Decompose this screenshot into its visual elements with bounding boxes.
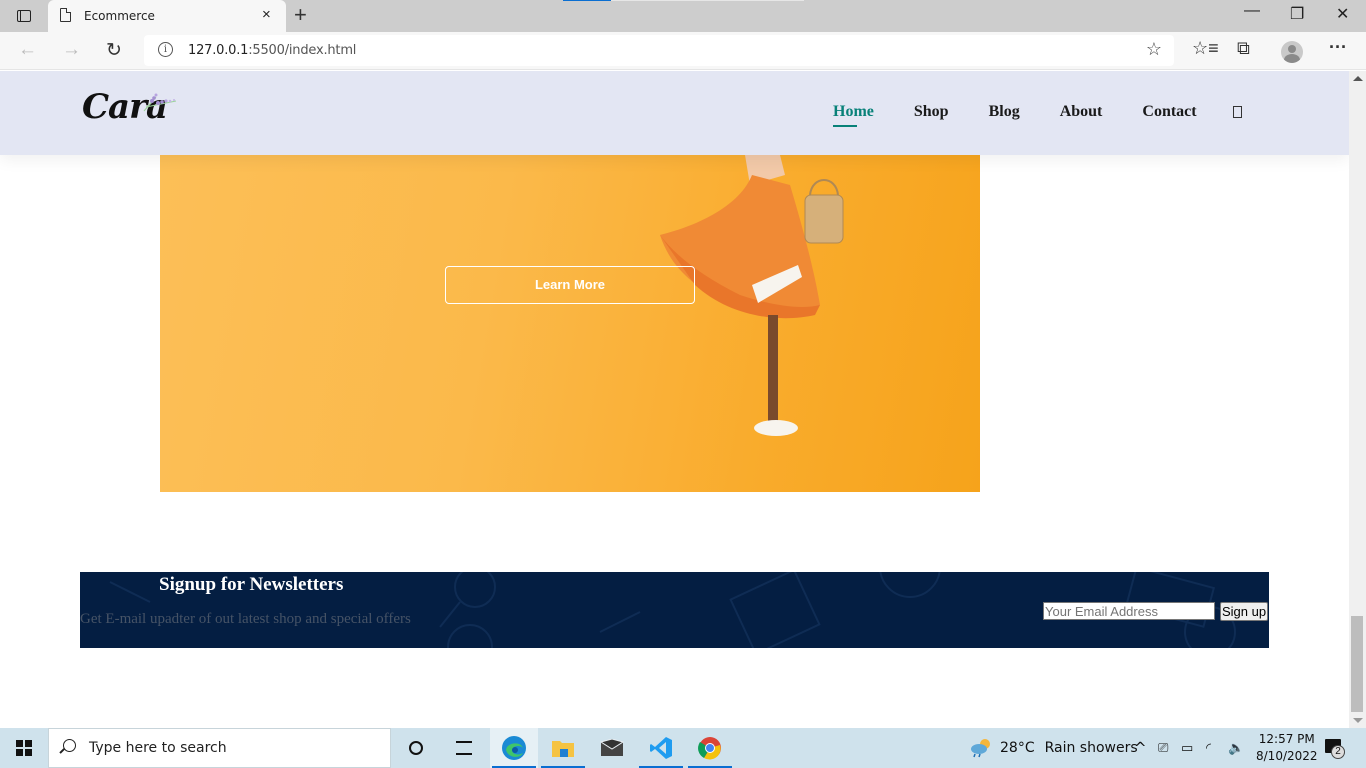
site-header: Cara Home Shop Blog About Contact [0, 71, 1349, 155]
search-icon [63, 739, 76, 752]
tab-actions-button[interactable] [10, 6, 38, 26]
scroll-up-arrow-icon[interactable] [1353, 76, 1363, 81]
cortana-button[interactable] [392, 728, 440, 768]
newsletter-title: Signup for Newsletters [159, 574, 344, 595]
address-bar[interactable]: i 127.0.0.1:5500/index.html ☆ [144, 35, 1174, 66]
address-toolbar: ← → ↻ i 127.0.0.1:5500/index.html ☆ ☆≡ ⧉… [0, 32, 1366, 70]
tab-title: Ecommerce [84, 9, 155, 23]
restore-button[interactable]: ❐ [1290, 4, 1304, 24]
taskbar-mail[interactable] [588, 728, 636, 768]
minimize-button[interactable]: — [1244, 2, 1260, 20]
taskbar-file-explorer[interactable] [539, 728, 587, 768]
reload-button[interactable]: ↻ [106, 39, 122, 62]
url-path: :5500/index.html [248, 43, 357, 58]
url-text[interactable]: 127.0.0.1:5500/index.html [188, 43, 356, 58]
cortana-icon [409, 741, 423, 755]
windows-start-icon[interactable] [16, 740, 32, 756]
learn-more-button[interactable]: Learn More [445, 266, 695, 304]
forward-button[interactable]: → [62, 39, 81, 61]
task-view-icon [456, 741, 472, 755]
volume-icon[interactable]: 🔈 [1228, 728, 1244, 768]
url-host: 127.0.0.1 [188, 43, 249, 58]
loading-indicator [563, 0, 611, 1]
browser-window: Ecommerce × + — ❐ ✕ ← → ↻ i 127.0.0.1:55… [0, 0, 1366, 728]
newsletter-signup-button[interactable]: Sign up [1220, 602, 1268, 621]
scroll-down-arrow-icon[interactable] [1353, 718, 1363, 723]
nav-shop[interactable]: Shop [914, 103, 949, 121]
nav-contact[interactable]: Contact [1142, 103, 1196, 121]
tab-strip: Ecommerce × + — ❐ ✕ [0, 0, 1366, 32]
browser-tab[interactable]: Ecommerce × [48, 0, 286, 32]
notification-count-badge: 2 [1331, 745, 1345, 759]
chrome-icon [698, 737, 721, 760]
weather-rain-icon [971, 739, 990, 758]
folder-icon [552, 741, 574, 757]
mail-icon [600, 739, 624, 756]
notification-center-icon[interactable]: 2 [1325, 739, 1345, 759]
favorites-icon[interactable]: ☆≡ [1192, 38, 1219, 59]
nav-about[interactable]: About [1060, 103, 1103, 121]
newsletter-section: Signup for Newsletters Get E-mail upadte… [80, 572, 1269, 648]
lavender-icon [143, 93, 177, 112]
system-clock[interactable]: 12:57 PM 8/10/2022 [1256, 731, 1318, 765]
windows-taskbar: Type here to search 28°C Rain showers ^ … [0, 728, 1366, 768]
close-window-button[interactable]: ✕ [1336, 4, 1349, 24]
logo[interactable]: Cara [82, 87, 182, 137]
taskbar-search-placeholder: Type here to search [89, 740, 227, 756]
newsletter-email-input[interactable] [1043, 602, 1215, 620]
profile-avatar[interactable] [1281, 41, 1303, 63]
clock-time: 12:57 PM [1258, 732, 1315, 746]
tab-close-icon[interactable]: × [262, 6, 271, 23]
battery-icon[interactable]: ▭ [1181, 728, 1193, 768]
weather-temp: 28°C [1000, 740, 1035, 756]
collections-icon[interactable]: ⧉ [1237, 38, 1250, 59]
nav-blog[interactable]: Blog [989, 103, 1020, 121]
edge-icon [502, 736, 526, 760]
page-scrollbar[interactable] [1349, 71, 1366, 728]
new-tab-button[interactable]: + [294, 2, 307, 28]
wifi-icon[interactable]: ◜ [1206, 728, 1211, 768]
site-info-icon[interactable]: i [158, 42, 173, 57]
promo-banner: Learn More [160, 155, 980, 492]
loading-track [611, 0, 804, 1]
taskbar-edge[interactable] [490, 728, 538, 768]
tab-actions-icon [17, 10, 31, 22]
task-view-button[interactable] [440, 728, 488, 768]
page-icon [60, 8, 71, 22]
clock-date: 8/10/2022 [1256, 749, 1318, 763]
taskbar-search-box[interactable]: Type here to search [48, 728, 391, 768]
back-button[interactable]: ← [18, 39, 37, 61]
nav-home[interactable]: Home [833, 103, 874, 127]
shopping-bag-icon[interactable] [1232, 106, 1242, 118]
main-nav: Home Shop Blog About Contact [833, 103, 1242, 127]
meet-now-icon[interactable]: ⎚ [1158, 728, 1168, 768]
taskbar-vscode[interactable] [637, 728, 685, 768]
tray-overflow-chevron-icon[interactable]: ^ [1134, 728, 1147, 768]
add-favorite-icon[interactable]: ☆ [1146, 39, 1162, 60]
scrollbar-thumb[interactable] [1351, 616, 1363, 712]
weather-widget[interactable]: 28°C Rain showers [970, 728, 1138, 768]
taskbar-chrome[interactable] [686, 728, 734, 768]
page-viewport: Cara Home Shop Blog About Contact Learn … [0, 71, 1349, 728]
more-menu-icon[interactable]: ··· [1329, 37, 1347, 58]
weather-condition: Rain showers [1044, 740, 1138, 756]
newsletter-description: Get E-mail upadter of out latest shop an… [80, 611, 411, 627]
vscode-icon [650, 737, 672, 759]
